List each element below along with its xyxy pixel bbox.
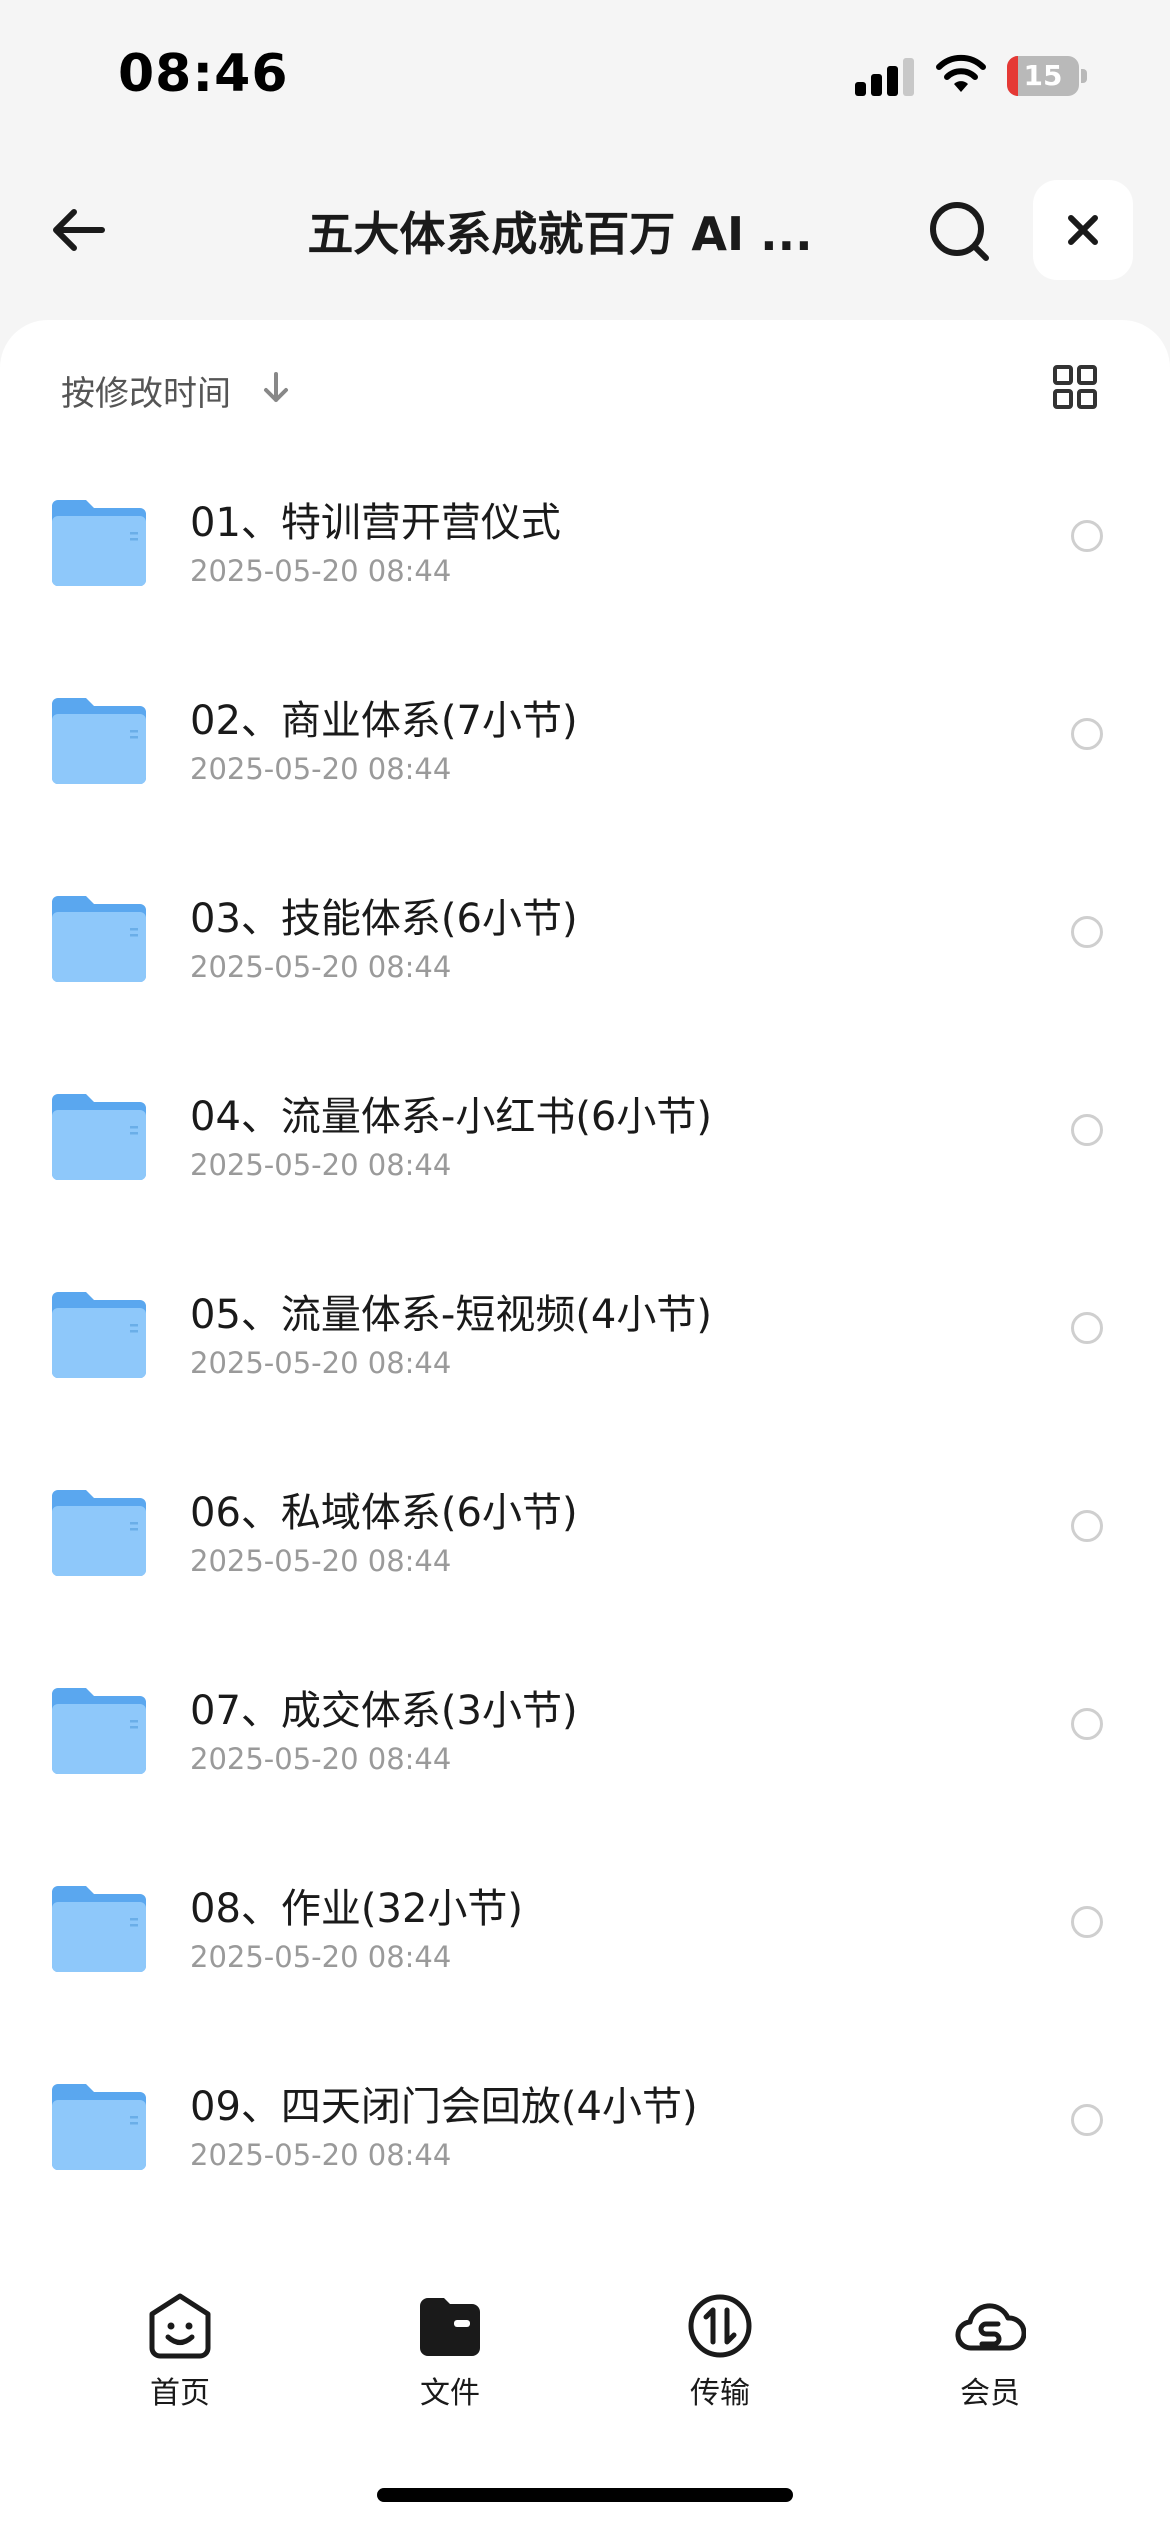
tab-label: 传输 (690, 2376, 750, 2411)
select-radio[interactable] (1071, 1510, 1103, 1542)
status-time: 08:46 (118, 44, 289, 104)
folder-icon (52, 1292, 146, 1378)
battery-level: 15 (1023, 59, 1063, 92)
file-date: 2025-05-20 08:44 (190, 752, 452, 786)
close-button[interactable] (1033, 180, 1133, 280)
file-name: 03、技能体系(6小节) (190, 896, 578, 942)
file-date: 2025-05-20 08:44 (190, 554, 452, 588)
select-radio[interactable] (1071, 1906, 1103, 1938)
tab-label: 会员 (960, 2376, 1020, 2411)
page-title: 五大体系成就百万 AI ... (307, 207, 813, 261)
file-date: 2025-05-20 08:44 (190, 950, 452, 984)
cloud-s-icon (955, 2303, 1026, 2351)
nav-bar: 五大体系成就百万 AI ... (0, 170, 1170, 290)
list-item[interactable]: 02、商业体系(7小节) 2025-05-20 08:44 (0, 648, 1170, 846)
file-name: 06、私域体系(6小节) (190, 1490, 578, 1536)
tab-transfer[interactable]: 传输 (650, 2290, 790, 2420)
arrow-down-icon[interactable] (258, 368, 294, 408)
file-name: 05、流量体系-短视频(4小节) (190, 1292, 712, 1338)
list-item[interactable]: 04、流量体系-小红书(6小节) 2025-05-20 08:44 (0, 1044, 1170, 1242)
battery-icon: 15 (1007, 56, 1087, 96)
sort-row: 按修改时间 (0, 320, 1170, 450)
tab-home[interactable]: 首页 (110, 2290, 250, 2420)
grid-view-icon[interactable] (1052, 364, 1098, 410)
tab-files[interactable]: 文件 (380, 2290, 520, 2420)
select-radio[interactable] (1071, 520, 1103, 552)
folder-icon (52, 500, 146, 586)
folder-icon (52, 698, 146, 784)
folder-icon (52, 1688, 146, 1774)
status-bar: 08:46 15 (0, 0, 1170, 150)
folder-icon (52, 1886, 146, 1972)
tab-label: 首页 (150, 2376, 210, 2411)
file-name: 09、四天闭门会回放(4小节) (190, 2084, 698, 2130)
select-radio[interactable] (1071, 1114, 1103, 1146)
folder-icon (52, 1094, 146, 1180)
transfer-arrows-icon (688, 2294, 752, 2358)
close-icon (1068, 215, 1098, 245)
file-name: 07、成交体系(3小节) (190, 1688, 578, 1734)
smiley-face-icon (149, 2293, 211, 2359)
select-radio[interactable] (1071, 1312, 1103, 1344)
file-name: 04、流量体系-小红书(6小节) (190, 1094, 712, 1140)
wifi-icon (936, 54, 986, 92)
back-arrow-icon[interactable] (40, 190, 120, 270)
file-date: 2025-05-20 08:44 (190, 1940, 452, 1974)
list-item[interactable]: 01、特训营开营仪式 2025-05-20 08:44 (0, 450, 1170, 648)
tab-label: 文件 (420, 2376, 480, 2411)
list-item[interactable]: 05、流量体系-短视频(4小节) 2025-05-20 08:44 (0, 1242, 1170, 1440)
search-icon[interactable] (920, 192, 1000, 272)
list-item[interactable]: 08、作业(32小节) 2025-05-20 08:44 (0, 1836, 1170, 2034)
list-item[interactable]: 09、四天闭门会回放(4小节) 2025-05-20 08:44 (0, 2034, 1170, 2232)
tab-bar: 首页 文件 传输 会员 (0, 2220, 1170, 2532)
select-radio[interactable] (1071, 916, 1103, 948)
select-radio[interactable] (1071, 718, 1103, 750)
file-date: 2025-05-20 08:44 (190, 1544, 452, 1578)
list-item[interactable]: 06、私域体系(6小节) 2025-05-20 08:44 (0, 1440, 1170, 1638)
file-date: 2025-05-20 08:44 (190, 1742, 452, 1776)
cellular-signal-icon (855, 58, 915, 96)
list-item[interactable]: 03、技能体系(6小节) 2025-05-20 08:44 (0, 846, 1170, 1044)
file-name: 02、商业体系(7小节) (190, 698, 578, 744)
file-sheet: 按修改时间 01、特训营开营仪式 2025-05-20 08:44 02、商业体系(… (0, 320, 1170, 2220)
sort-label[interactable]: 按修改时间 (61, 366, 231, 415)
folder-icon (52, 896, 146, 982)
select-radio[interactable] (1071, 2104, 1103, 2136)
file-date: 2025-05-20 08:44 (190, 1148, 452, 1182)
folder-icon (52, 1490, 146, 1576)
file-date: 2025-05-20 08:44 (190, 1346, 452, 1380)
folder-filled-icon (420, 2298, 480, 2356)
file-name: 08、作业(32小节) (190, 1886, 524, 1932)
tab-member[interactable]: 会员 (920, 2290, 1060, 2420)
select-radio[interactable] (1071, 1708, 1103, 1740)
folder-icon (52, 2084, 146, 2170)
home-indicator (377, 2488, 793, 2502)
file-date: 2025-05-20 08:44 (190, 2138, 452, 2172)
list-item[interactable]: 07、成交体系(3小节) 2025-05-20 08:44 (0, 1638, 1170, 1836)
file-name: 01、特训营开营仪式 (190, 500, 561, 546)
